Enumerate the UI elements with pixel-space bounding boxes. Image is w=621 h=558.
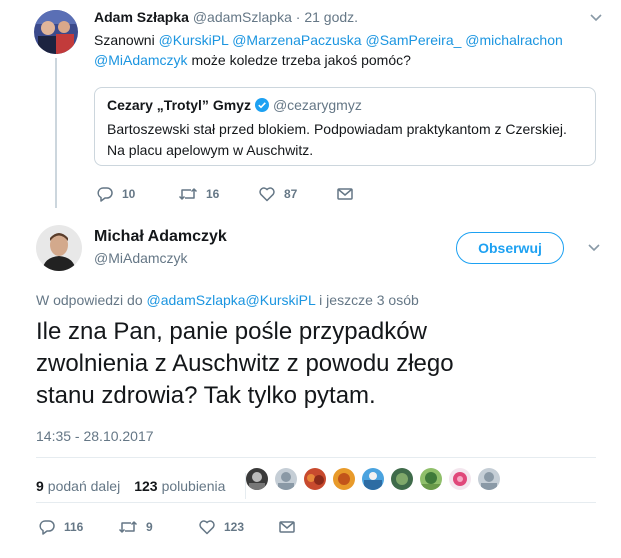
mention-link[interactable]: @KurskiPL bbox=[159, 32, 229, 48]
retweets-label: podań dalej bbox=[47, 478, 121, 494]
quoted-tweet-text: Bartoszewski stał przed blokiem. Podpowi… bbox=[107, 119, 587, 161]
retweets-stat[interactable]: 9 podań dalej bbox=[36, 478, 120, 494]
likes-label: polubienia bbox=[161, 478, 226, 494]
thread-line bbox=[55, 58, 57, 208]
reply-icon bbox=[97, 187, 113, 202]
divider bbox=[36, 457, 596, 458]
like-count: 87 bbox=[284, 187, 298, 201]
quoted-text-line: Bartoszewski stał przed blokiem. Podpowi… bbox=[107, 121, 567, 137]
main-text-line: stanu zdrowia? Tak tylko pytam. bbox=[36, 382, 376, 409]
reply-to-prefix: W odpowiedzi do bbox=[36, 292, 143, 308]
liker-avatar[interactable] bbox=[420, 468, 442, 490]
reply-author-name[interactable]: Adam Szłapka bbox=[94, 9, 189, 25]
likes-stat[interactable]: 123 polubienia bbox=[134, 478, 225, 494]
mention-link[interactable]: @SamPereira_ bbox=[365, 32, 461, 48]
reply-icon bbox=[39, 520, 55, 535]
quoted-author-name: Cezary „Trotyl” Gmyz bbox=[107, 97, 251, 113]
retweet-count: 16 bbox=[206, 187, 220, 201]
main-author-handle[interactable]: @MiAdamczyk bbox=[94, 250, 188, 266]
quoted-text-line: Na placu apelowym w Auschwitz. bbox=[107, 142, 314, 158]
like-icon bbox=[259, 187, 275, 202]
reply-to-context: W odpowiedzi do @adamSzlapka@KurskiPL i … bbox=[36, 292, 419, 308]
reply-count: 116 bbox=[64, 520, 84, 534]
reply-text-suffix: może koledze trzeba jakoś pomóc? bbox=[191, 52, 411, 68]
retweets-count: 9 bbox=[36, 478, 44, 494]
likes-count: 123 bbox=[134, 478, 158, 494]
message-action[interactable] bbox=[278, 518, 304, 536]
liker-avatar[interactable] bbox=[478, 468, 500, 490]
tweet-stats: 9 podań dalej 123 polubienia bbox=[36, 473, 260, 499]
reply-tweet-header: Adam Szłapka @adamSzlapka · 21 godz. bbox=[94, 9, 359, 25]
like-action[interactable]: 87 bbox=[258, 185, 297, 203]
likers-avatars bbox=[246, 468, 507, 490]
chevron-down-icon[interactable] bbox=[586, 10, 606, 26]
reply-tweet-text: Szanowni @KurskiPL @MarzenaPaczuska @Sam… bbox=[94, 30, 594, 70]
main-text-line: Ile zna Pan, panie pośle przypadków bbox=[36, 318, 427, 345]
like-count: 123 bbox=[224, 520, 245, 534]
liker-avatar[interactable] bbox=[246, 468, 268, 490]
like-action[interactable]: 123 bbox=[198, 518, 244, 536]
reply-time[interactable]: 21 godz. bbox=[304, 9, 358, 25]
reply-to-users-link[interactable]: @adamSzlapka@KurskiPL bbox=[147, 292, 316, 308]
quoted-tweet[interactable]: Cezary „Trotyl” Gmyz @cezarygmyz Bartosz… bbox=[94, 87, 596, 166]
verified-badge-icon bbox=[254, 98, 269, 112]
reply-author-handle[interactable]: @adamSzlapka bbox=[193, 9, 292, 25]
quoted-author-handle: @cezarygmyz bbox=[272, 97, 362, 113]
mention-link[interactable]: @MiAdamczyk bbox=[94, 52, 188, 68]
reply-text-prefix: Szanowni bbox=[94, 32, 155, 48]
follow-button[interactable]: Obserwuj bbox=[456, 232, 564, 264]
main-tweet-text: Ile zna Pan, panie pośle przypadków zwol… bbox=[36, 316, 586, 412]
message-action[interactable] bbox=[336, 185, 362, 203]
message-icon bbox=[337, 188, 353, 200]
reply-to-others-link[interactable]: i jeszcze 3 osób bbox=[319, 292, 419, 308]
retweet-icon bbox=[118, 521, 138, 533]
retweet-action[interactable]: 9 bbox=[118, 518, 153, 536]
liker-avatar[interactable] bbox=[391, 468, 413, 490]
reply-action[interactable]: 10 bbox=[96, 185, 135, 203]
liker-avatar[interactable] bbox=[362, 468, 384, 490]
mention-link[interactable]: @michalrachon bbox=[465, 32, 562, 48]
mention-link[interactable]: @MarzenaPaczuska bbox=[232, 32, 361, 48]
avatar-adam-szlapka[interactable] bbox=[34, 10, 78, 54]
retweet-count: 9 bbox=[146, 520, 153, 534]
liker-avatar[interactable] bbox=[275, 468, 297, 490]
main-author-name[interactable]: Michał Adamczyk bbox=[94, 228, 227, 246]
tweet-timestamp[interactable]: 14:35 - 28.10.2017 bbox=[36, 428, 154, 444]
reply-action[interactable]: 116 bbox=[38, 518, 83, 536]
liker-avatar[interactable] bbox=[304, 468, 326, 490]
like-icon bbox=[199, 520, 215, 535]
avatar-michal-adamczyk[interactable] bbox=[36, 225, 82, 271]
main-text-line: zwolnienia z Auschwitz z powodu złego bbox=[36, 350, 454, 377]
quoted-tweet-header: Cezary „Trotyl” Gmyz @cezarygmyz bbox=[107, 97, 362, 113]
chevron-down-icon[interactable] bbox=[584, 240, 604, 256]
retweet-action[interactable]: 16 bbox=[178, 185, 219, 203]
liker-avatar[interactable] bbox=[449, 468, 471, 490]
divider bbox=[36, 502, 596, 503]
liker-avatar[interactable] bbox=[333, 468, 355, 490]
reply-count: 10 bbox=[122, 187, 136, 201]
retweet-icon bbox=[178, 188, 198, 200]
message-icon bbox=[279, 521, 295, 533]
